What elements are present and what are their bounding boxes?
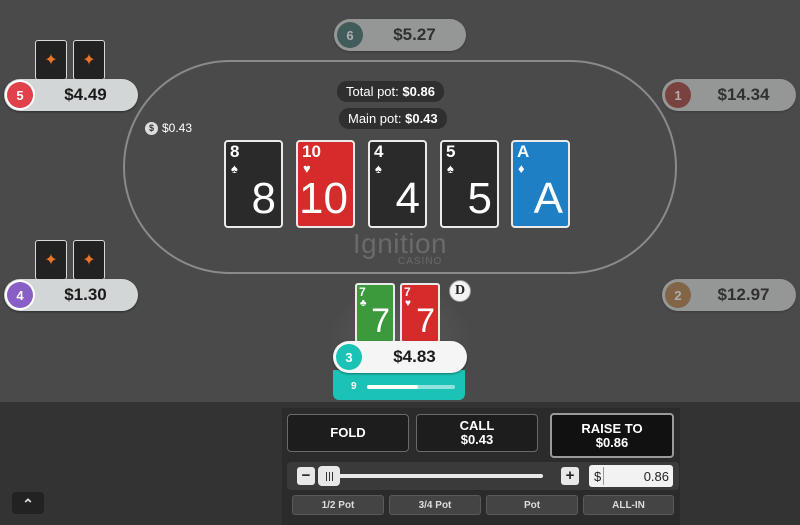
board-card: 10 ♥ 10 bbox=[296, 140, 355, 228]
timer-bar-fill bbox=[367, 385, 419, 389]
call-amount: $0.43 bbox=[460, 432, 494, 447]
card-rank: A bbox=[517, 142, 530, 161]
three-quarter-pot-button[interactable]: 3/4 Pot bbox=[389, 495, 481, 515]
raise-button[interactable]: RAISE TO $0.86 bbox=[550, 413, 674, 458]
main-pot-value: $0.43 bbox=[405, 111, 438, 126]
seat-6[interactable]: 6 $5.27 bbox=[334, 19, 466, 51]
card-rank-large: 7 bbox=[416, 302, 435, 340]
card-rank-large: 5 bbox=[467, 174, 492, 223]
seat-number: 5 bbox=[7, 82, 33, 108]
club-icon: ♣ bbox=[360, 298, 367, 309]
fold-label: FOLD bbox=[330, 425, 366, 440]
bet-slider-track[interactable] bbox=[321, 474, 543, 478]
seat-4[interactable]: 4 $1.30 bbox=[4, 279, 138, 311]
main-pot-label: Main pot: bbox=[348, 111, 402, 126]
casino-logo-text: CASINO bbox=[398, 256, 443, 267]
diamond-icon: ♦ bbox=[518, 161, 525, 176]
total-pot-label: Total pot: bbox=[346, 84, 399, 99]
hole-card: 7 ♣ 7 bbox=[355, 283, 395, 343]
seat-stack: $12.97 bbox=[717, 285, 770, 304]
card-rank-large: A bbox=[533, 174, 563, 223]
ignition-logo-icon: ✦ bbox=[35, 240, 67, 280]
raise-amount: $0.86 bbox=[595, 434, 629, 450]
all-in-button[interactable]: ALL-IN bbox=[583, 495, 674, 515]
hole-card: 7 ♥ 7 bbox=[400, 283, 440, 343]
currency-symbol: $ bbox=[594, 469, 602, 484]
main-pot: Main pot: $0.43 bbox=[339, 108, 447, 129]
hero-timer: 9 bbox=[333, 370, 465, 400]
bet-amount-value: 0.86 bbox=[643, 469, 669, 484]
bet-chip-amount: $0.43 bbox=[162, 121, 193, 135]
seat-stack: $5.27 bbox=[393, 25, 436, 44]
chip-icon: $ bbox=[145, 121, 158, 135]
card-rank: 7 bbox=[359, 285, 366, 299]
board-card: 8 ♠ 8 bbox=[224, 140, 283, 228]
minus-icon[interactable]: − bbox=[297, 467, 315, 485]
bet-slider-thumb[interactable] bbox=[318, 466, 340, 486]
card-rank: 5 bbox=[446, 142, 456, 161]
call-button[interactable]: CALL $0.43 bbox=[416, 414, 538, 452]
heart-icon: ♥ bbox=[405, 298, 411, 309]
seat-number: 2 bbox=[665, 282, 691, 308]
total-pot-value: $0.86 bbox=[402, 84, 435, 99]
card-rank-large: 8 bbox=[251, 174, 276, 223]
seat-5[interactable]: 5 $4.49 bbox=[4, 79, 138, 111]
seat-4-cards: ✦ ✦ bbox=[35, 240, 105, 280]
seat-5-cards: ✦ ✦ bbox=[35, 40, 105, 80]
board-card: 5 ♠ 5 bbox=[440, 140, 499, 228]
card-rank-large: 7 bbox=[371, 302, 390, 340]
bet-chip: $ $0.43 bbox=[145, 121, 192, 135]
timer-value: 9 bbox=[351, 381, 357, 392]
spade-icon: ♠ bbox=[231, 161, 238, 176]
spade-icon: ♠ bbox=[447, 161, 454, 176]
card-rank-large: 10 bbox=[299, 174, 348, 223]
seat-stack: $1.30 bbox=[64, 285, 107, 304]
half-pot-button[interactable]: 1/2 Pot bbox=[292, 495, 384, 515]
raise-label: RAISE TO bbox=[581, 420, 643, 436]
card-rank-large: 4 bbox=[395, 174, 420, 223]
seat-stack: $4.83 bbox=[393, 347, 436, 366]
fold-button[interactable]: FOLD bbox=[287, 414, 409, 452]
plus-icon[interactable]: + bbox=[561, 467, 579, 485]
seat-stack: $14.34 bbox=[717, 85, 770, 104]
card-rank: 8 bbox=[230, 142, 240, 161]
seat-2[interactable]: 2 $12.97 bbox=[662, 279, 796, 311]
seat-number: 3 bbox=[336, 344, 362, 370]
bet-amount-input[interactable]: $ 0.86 bbox=[589, 465, 673, 487]
seat-1[interactable]: 1 $14.34 bbox=[662, 79, 796, 111]
card-rank: 7 bbox=[404, 285, 411, 299]
seat-stack: $4.49 bbox=[64, 85, 107, 104]
total-pot: Total pot: $0.86 bbox=[337, 81, 444, 102]
board-card: 4 ♠ 4 bbox=[368, 140, 427, 228]
timer-bar bbox=[367, 385, 455, 389]
seat-number: 4 bbox=[7, 282, 33, 308]
board-card: A ♦ A bbox=[511, 140, 570, 228]
seat-number: 1 bbox=[665, 82, 691, 108]
call-label: CALL bbox=[459, 418, 495, 433]
ignition-logo-icon: ✦ bbox=[73, 240, 105, 280]
input-divider bbox=[603, 467, 604, 485]
card-rank: 10 bbox=[302, 142, 321, 161]
ignition-logo-icon: ✦ bbox=[35, 40, 67, 80]
expand-icon[interactable]: ⌃ bbox=[12, 492, 44, 514]
seat-3[interactable]: 3 $4.83 bbox=[333, 341, 467, 373]
ignition-logo-icon: ✦ bbox=[73, 40, 105, 80]
spade-icon: ♠ bbox=[375, 161, 382, 176]
dealer-button: D bbox=[449, 280, 471, 302]
card-rank: 4 bbox=[374, 142, 384, 161]
pot-button[interactable]: Pot bbox=[486, 495, 578, 515]
seat-number: 6 bbox=[337, 22, 363, 48]
